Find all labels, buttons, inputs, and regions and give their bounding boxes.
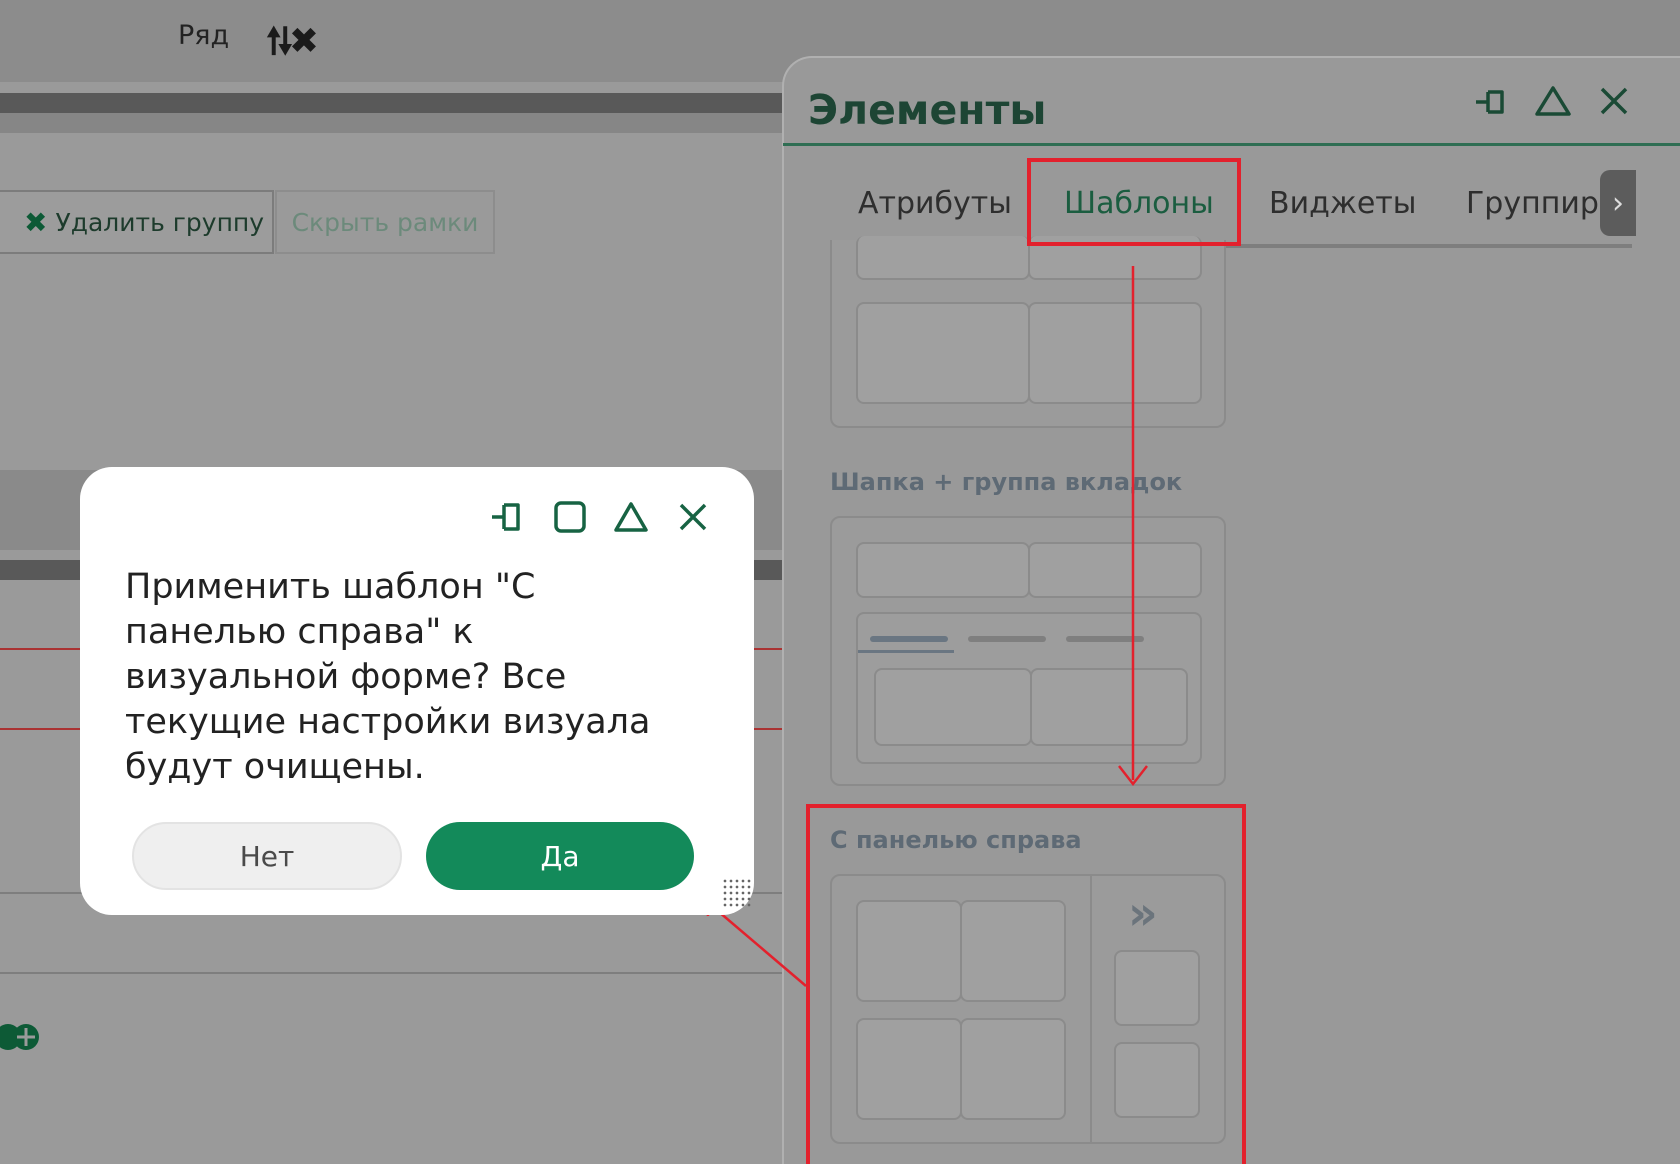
dialog-close-icon[interactable] [677, 501, 709, 537]
dialog-maximize-icon[interactable] [552, 499, 588, 539]
dialog-pin-icon[interactable] [488, 497, 528, 541]
no-button[interactable]: Нет [132, 822, 402, 890]
dialog-collapse-icon[interactable] [612, 499, 650, 539]
resize-handle[interactable] [722, 878, 752, 908]
dialog-message: Применить шаблон "С панелью справа" к ви… [125, 567, 651, 787]
yes-button[interactable]: Да [426, 822, 694, 890]
